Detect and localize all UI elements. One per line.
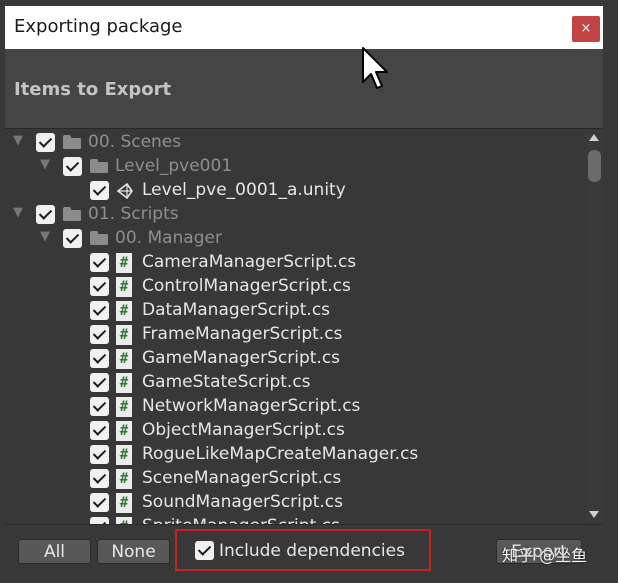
item-checkbox[interactable] bbox=[90, 325, 109, 344]
csharp-script-icon: # bbox=[116, 397, 132, 417]
item-checkbox[interactable] bbox=[90, 493, 109, 512]
folder-icon bbox=[90, 231, 108, 245]
tree-scrollbar[interactable] bbox=[586, 130, 603, 524]
close-button[interactable]: × bbox=[572, 16, 600, 42]
item-checkbox[interactable] bbox=[90, 373, 109, 392]
expand-arrow-icon[interactable]: ▼ bbox=[40, 158, 54, 172]
tree-file-row[interactable]: # GameManagerScript.cs bbox=[5, 347, 585, 371]
tree-item-label: SceneManagerScript.cs bbox=[142, 468, 342, 488]
tree-item-label: GameStateScript.cs bbox=[142, 372, 311, 392]
export-package-dialog: Exporting package × Items to Export ▼ 00.… bbox=[0, 0, 618, 583]
tree-item-label: 00. Manager bbox=[115, 228, 222, 248]
tree-item-label: RogueLikeMapCreateManager.cs bbox=[142, 444, 419, 464]
item-checkbox[interactable] bbox=[36, 205, 55, 224]
item-checkbox[interactable] bbox=[63, 157, 82, 176]
tree-item-label: NetworkManagerScript.cs bbox=[142, 396, 361, 416]
csharp-script-icon: # bbox=[116, 493, 132, 513]
tree-file-row[interactable]: # SoundManagerScript.cs bbox=[5, 491, 585, 515]
expand-arrow-icon[interactable]: ▼ bbox=[40, 230, 54, 244]
none-button[interactable]: None bbox=[97, 539, 170, 564]
tree-item-label: SoundManagerScript.cs bbox=[142, 492, 343, 512]
tree-file-row[interactable]: # ControlManagerScript.cs bbox=[5, 275, 585, 299]
tree-folder-row[interactable]: ▼ 00. Scenes bbox=[5, 131, 585, 155]
tree-item-label: SpriteManagerScript.cs bbox=[142, 516, 340, 524]
include-dependencies-checkbox[interactable] bbox=[195, 541, 214, 560]
tree-item-label: ControlManagerScript.cs bbox=[142, 276, 351, 296]
tree-file-row[interactable]: # CameraManagerScript.cs bbox=[5, 251, 585, 275]
include-dependencies-label[interactable]: Include dependencies bbox=[219, 541, 405, 561]
scroll-thumb[interactable] bbox=[588, 150, 601, 182]
tree-item-label: ObjectManagerScript.cs bbox=[142, 420, 345, 440]
tree-file-row[interactable]: # SpriteManagerScript.cs bbox=[5, 515, 585, 524]
tree-file-row[interactable]: # NetworkManagerScript.cs bbox=[5, 395, 585, 419]
item-checkbox[interactable] bbox=[90, 445, 109, 464]
section-title: Items to Export bbox=[14, 79, 172, 100]
item-checkbox[interactable] bbox=[90, 397, 109, 416]
item-checkbox[interactable] bbox=[36, 133, 55, 152]
watermark: 知乎 @坐鱼 bbox=[502, 546, 588, 565]
item-checkbox[interactable] bbox=[90, 421, 109, 440]
tree-item-label: 01. Scripts bbox=[88, 204, 179, 224]
item-checkbox[interactable] bbox=[90, 277, 109, 296]
title-bar: Exporting package × bbox=[5, 6, 603, 49]
tree-item-label: FrameManagerScript.cs bbox=[142, 324, 343, 344]
mouse-cursor-icon bbox=[362, 47, 388, 89]
items-header: Items to Export bbox=[5, 49, 603, 129]
unity-scene-icon bbox=[116, 182, 133, 200]
tree-file-row[interactable]: # SceneManagerScript.cs bbox=[5, 467, 585, 491]
item-checkbox[interactable] bbox=[90, 253, 109, 272]
item-checkbox[interactable] bbox=[63, 229, 82, 248]
include-dependencies-highlight: Include dependencies bbox=[175, 529, 431, 571]
csharp-script-icon: # bbox=[116, 253, 132, 273]
item-checkbox[interactable] bbox=[90, 181, 109, 200]
tree-folder-row[interactable]: ▼ 01. Scripts bbox=[5, 203, 585, 227]
csharp-script-icon: # bbox=[116, 373, 132, 393]
expand-arrow-icon[interactable]: ▼ bbox=[13, 134, 27, 148]
window-title: Exporting package bbox=[14, 16, 183, 37]
tree-folder-row[interactable]: ▼ 00. Manager bbox=[5, 227, 585, 251]
scroll-down-icon[interactable] bbox=[589, 511, 599, 518]
folder-icon bbox=[63, 135, 81, 149]
tree-item-label: 00. Scenes bbox=[88, 132, 182, 152]
tree-file-row[interactable]: # FrameManagerScript.cs bbox=[5, 323, 585, 347]
tree-file-row[interactable]: # ObjectManagerScript.cs bbox=[5, 419, 585, 443]
tree-item-label: GameManagerScript.cs bbox=[142, 348, 341, 368]
scroll-up-icon[interactable] bbox=[589, 134, 599, 141]
tree-file-row[interactable]: Level_pve_0001_a.unity bbox=[5, 179, 585, 203]
item-checkbox[interactable] bbox=[90, 349, 109, 368]
item-checkbox[interactable] bbox=[90, 517, 109, 524]
tree-file-row[interactable]: # RogueLikeMapCreateManager.cs bbox=[5, 443, 585, 467]
tree-item-label: DataManagerScript.cs bbox=[142, 300, 331, 320]
csharp-script-icon: # bbox=[116, 517, 132, 524]
folder-icon bbox=[63, 207, 81, 221]
csharp-script-icon: # bbox=[116, 301, 132, 321]
expand-arrow-icon[interactable]: ▼ bbox=[13, 206, 27, 220]
tree-item-label: Level_pve001 bbox=[115, 156, 233, 176]
csharp-script-icon: # bbox=[116, 349, 132, 369]
item-checkbox[interactable] bbox=[90, 301, 109, 320]
tree-file-row[interactable]: # DataManagerScript.cs bbox=[5, 299, 585, 323]
tree-item-label: CameraManagerScript.cs bbox=[142, 252, 357, 272]
all-button[interactable]: All bbox=[18, 539, 91, 564]
csharp-script-icon: # bbox=[116, 445, 132, 465]
item-checkbox[interactable] bbox=[90, 469, 109, 488]
csharp-script-icon: # bbox=[116, 421, 132, 441]
tree-item-label: Level_pve_0001_a.unity bbox=[142, 180, 346, 200]
tree-folder-row[interactable]: ▼ Level_pve001 bbox=[5, 155, 585, 179]
export-tree: ▼ 00. Scenes ▼ Level_pve001 Level_pve_0001_a… bbox=[5, 130, 585, 524]
tree-file-row[interactable]: # GameStateScript.cs bbox=[5, 371, 585, 395]
csharp-script-icon: # bbox=[116, 469, 132, 489]
folder-icon bbox=[90, 159, 108, 173]
csharp-script-icon: # bbox=[116, 277, 132, 297]
csharp-script-icon: # bbox=[116, 325, 132, 345]
